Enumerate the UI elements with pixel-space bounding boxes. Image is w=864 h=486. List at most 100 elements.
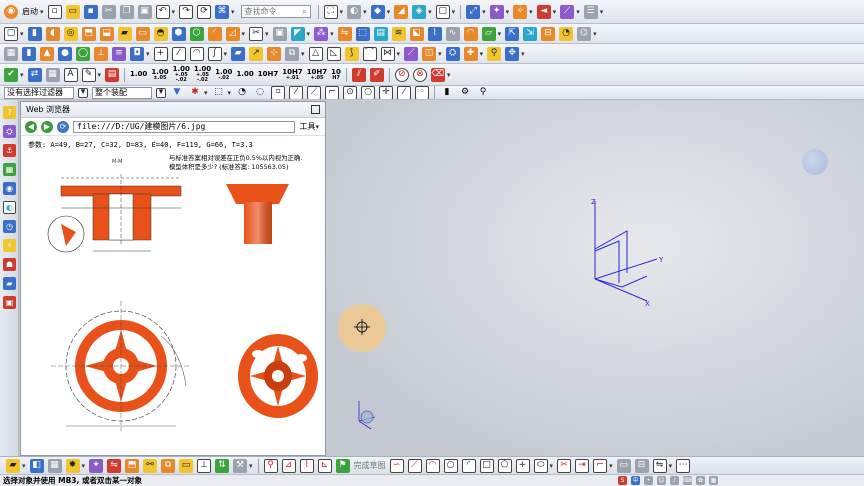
snap-end-icon[interactable]: ◄ <box>536 4 551 19</box>
chevron-down-icon[interactable]: ▾ <box>224 50 228 58</box>
polygon-tool-icon[interactable]: ⬠ <box>497 458 512 473</box>
cylinder-icon[interactable]: ▮ <box>22 46 36 61</box>
layer-icon[interactable]: ☰ <box>583 4 598 19</box>
prompt-icon[interactable]: ⚲ <box>476 86 490 99</box>
through-curves-icon[interactable]: ⌇ <box>427 26 442 41</box>
chamfer-icon[interactable]: ◿ <box>225 26 240 41</box>
chevron-down-icon[interactable]: ▾ <box>231 8 235 16</box>
chevron-down-icon[interactable]: ▾ <box>249 462 253 470</box>
dimension-format-button[interactable]: 1.00 <box>128 71 149 78</box>
sew-icon[interactable]: ≋ <box>391 26 406 41</box>
extrude-icon[interactable]: ▮ <box>27 26 42 41</box>
chevron-down-icon[interactable]: ▾ <box>397 50 401 58</box>
move-component-icon[interactable]: ✥ <box>505 46 520 61</box>
constraints-icon[interactable]: ⊟ <box>634 458 649 473</box>
dimension-format-button[interactable]: 1.00 <box>234 71 255 78</box>
skin-icon[interactable]: ✿ <box>696 475 705 485</box>
shell-icon[interactable]: ▣ <box>272 26 287 41</box>
flip-icon[interactable]: ⇋ <box>107 458 122 473</box>
slot-icon[interactable]: ▭ <box>135 26 150 41</box>
ellipse-tool-icon[interactable]: ⬭ <box>533 458 548 473</box>
block-icon[interactable]: ▦ <box>4 46 18 61</box>
tools-menu[interactable]: 工具 <box>299 121 315 132</box>
cone-icon[interactable]: ▲ <box>40 46 54 61</box>
chevron-down-icon[interactable]: ▾ <box>340 8 344 16</box>
delete-face-icon[interactable]: ⊟ <box>541 26 556 41</box>
triangle-icon[interactable]: △ <box>308 46 323 61</box>
spline-icon[interactable]: ∫ <box>207 46 222 61</box>
hatch-icon[interactable]: ⫽ <box>351 67 366 82</box>
undo-icon[interactable]: ↶ <box>155 4 170 19</box>
subtract-icon[interactable]: ⬡ <box>189 26 204 41</box>
chevron-down-icon[interactable]: ▾ <box>480 50 484 58</box>
point-tool-icon[interactable]: + <box>515 458 530 473</box>
settings-icon[interactable]: ⚙ <box>458 86 472 99</box>
finish-sketch-button[interactable]: 完成草图 <box>352 460 388 471</box>
offset-face-icon[interactable]: ⬚ <box>355 26 370 41</box>
dimension-format-button[interactable]: 10H7 +.01 <box>280 68 304 81</box>
snap-to-icon[interactable]: ◌ <box>253 86 267 99</box>
dimension-format-button[interactable]: 1.00 -.02 <box>213 68 234 81</box>
move-face-icon[interactable]: ⇱ <box>505 26 520 41</box>
unite-icon[interactable]: ⬢ <box>171 26 186 41</box>
dimension-format-button[interactable]: 10H7 <box>256 71 280 78</box>
system-materials-icon[interactable]: ▰ <box>3 277 16 290</box>
type-filter-select[interactable]: 没有选择过滤器 <box>4 86 74 99</box>
web-browser-icon[interactable]: ◐ <box>3 201 16 214</box>
maximize-icon[interactable] <box>311 105 320 114</box>
ruler-icon[interactable]: ▭ <box>616 458 631 473</box>
check-icon[interactable]: ✔ <box>4 67 18 82</box>
arc-tool-icon[interactable]: ◠ <box>425 458 440 473</box>
assembly-scope-select[interactable]: 整个装配 <box>92 86 152 99</box>
sketch-icon[interactable]: ▢ <box>4 26 18 41</box>
bounded-plane-icon[interactable]: ▱ <box>481 26 496 41</box>
clear-icon[interactable]: ⌫ <box>430 67 445 82</box>
chevron-down-icon[interactable]: ▾ <box>98 71 102 79</box>
sketch-snap-icon[interactable]: ⊾ <box>317 458 332 473</box>
chevron-down-icon[interactable]: ▾ <box>330 30 334 38</box>
constraint-navigator-icon[interactable]: ⚓ <box>3 144 16 157</box>
circle-tool-icon[interactable]: ○ <box>443 458 458 473</box>
swept-icon[interactable]: ∿ <box>445 26 460 41</box>
dimension-format-button[interactable]: 10H7 <box>329 68 343 81</box>
datum-plane-icon[interactable]: ▰ <box>231 46 246 61</box>
refresh-icon[interactable]: ⟳ <box>57 120 69 133</box>
quick-trim-icon[interactable]: ✂ <box>557 458 572 473</box>
chevron-down-icon[interactable]: ▾ <box>506 8 510 16</box>
chevron-down-icon[interactable]: ▾ <box>669 462 673 470</box>
grid-icon[interactable]: ▦ <box>47 458 62 473</box>
chevron-down-icon[interactable]: ▾ <box>20 30 24 38</box>
quick-extend-icon[interactable]: ⇥ <box>575 458 590 473</box>
datum-csys-icon[interactable]: ⊹ <box>267 46 282 61</box>
pencil-icon[interactable]: ✐ <box>369 67 384 82</box>
face-analysis-icon[interactable]: ◈ <box>412 4 427 19</box>
part-navigator-icon[interactable]: ▦ <box>3 163 16 176</box>
chevron-down-icon[interactable]: ▾ <box>315 123 319 131</box>
add-component-icon[interactable]: ✚ <box>463 46 478 61</box>
chevron-down-icon[interactable]: ▾ <box>387 8 391 16</box>
groove-icon[interactable]: ◓ <box>153 26 168 41</box>
keyboard-icon[interactable]: ⌨ <box>683 475 692 485</box>
hole-icon[interactable]: ◎ <box>63 26 78 41</box>
redo-icon[interactable]: ↷ <box>179 4 194 19</box>
snap-grid-icon[interactable]: ⌗ <box>271 86 286 99</box>
chevron-down-icon[interactable]: ▾ <box>447 71 451 79</box>
chevron-down-icon[interactable]: ▾ <box>553 8 557 16</box>
sun-icon[interactable]: ✸ <box>65 458 80 473</box>
thread-icon[interactable]: ≡ <box>112 46 126 61</box>
extract-geometry-icon[interactable]: ⧉ <box>285 46 300 61</box>
chevron-down-icon[interactable]: ▾ <box>529 8 533 16</box>
url-input[interactable]: file:///D:/UG/建模图片/6.jpg <box>73 120 296 133</box>
chevron-down-icon[interactable]: ▾ <box>82 462 86 470</box>
measure-icon[interactable]: ⟋ <box>560 4 575 19</box>
dropdown-arrow-icon[interactable]: ▾ <box>78 87 88 98</box>
make-corner-icon[interactable]: ⌐ <box>593 458 608 473</box>
rectangle-tool-icon[interactable]: □ <box>479 458 494 473</box>
replace-face-icon[interactable]: ⇲ <box>523 26 538 41</box>
mirror-curve-icon[interactable]: ⇋ <box>652 458 667 473</box>
pattern-fill-icon[interactable]: ⊗ <box>412 67 427 82</box>
analysis-icon[interactable]: ⇄ <box>27 67 42 82</box>
chevron-down-icon[interactable]: ▾ <box>363 8 367 16</box>
mirror-icon[interactable]: ⇋ <box>337 26 352 41</box>
toolbox-icon[interactable]: ▦ <box>709 475 718 485</box>
